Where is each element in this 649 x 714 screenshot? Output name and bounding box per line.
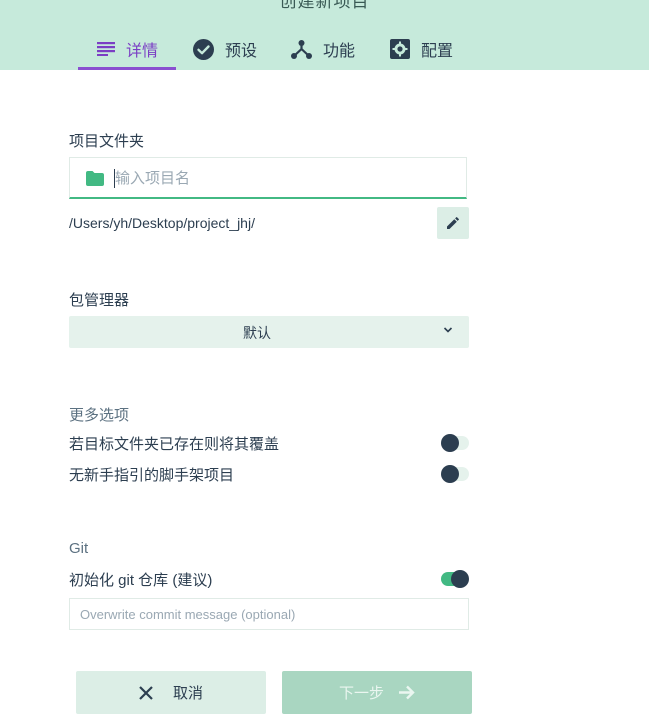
tab-features[interactable]: 功能 xyxy=(291,29,355,69)
fork-icon xyxy=(291,39,312,59)
no-guide-toggle[interactable] xyxy=(441,465,469,483)
git-init-label: 初始化 git 仓库 (建议) xyxy=(69,572,213,589)
project-path: /Users/yh/Desktop/project_jhj/ xyxy=(69,215,255,231)
next-label: 下一步 xyxy=(338,685,384,702)
edit-path-button[interactable] xyxy=(437,207,469,239)
package-manager-select[interactable]: 默认 xyxy=(69,316,469,348)
cancel-button[interactable]: 取消 xyxy=(76,671,266,714)
arrow-right-icon xyxy=(399,685,415,700)
gear-icon xyxy=(390,39,410,59)
project-folder-label: 项目文件夹 xyxy=(69,133,145,150)
toggle-knob xyxy=(441,434,459,452)
tab-details[interactable]: 详情 xyxy=(97,29,158,69)
commit-message-input[interactable] xyxy=(69,598,469,630)
tab-features-label: 功能 xyxy=(323,43,356,60)
tab-config-label: 配置 xyxy=(421,43,454,60)
more-options-title: 更多选项 xyxy=(69,407,130,424)
details-icon xyxy=(97,42,115,56)
page-title: 创建新项目 xyxy=(279,0,370,11)
pencil-icon xyxy=(447,217,459,229)
overwrite-toggle[interactable] xyxy=(441,434,469,452)
check-circle-icon xyxy=(193,38,214,60)
tab-presets[interactable]: 预设 xyxy=(193,29,257,69)
project-name-input[interactable] xyxy=(115,158,455,198)
active-tab-indicator xyxy=(78,67,176,70)
git-init-toggle[interactable] xyxy=(441,570,469,588)
package-manager-value: 默认 xyxy=(243,325,271,341)
header-bar: 创建新项目 详情 预设 功能 配置 xyxy=(0,0,649,70)
no-guide-option-label: 无新手指引的脚手架项目 xyxy=(69,467,235,484)
git-title: Git xyxy=(69,540,89,557)
overwrite-option-label: 若目标文件夹已存在则将其覆盖 xyxy=(69,436,280,453)
next-button[interactable]: 下一步 xyxy=(282,671,472,714)
cancel-label: 取消 xyxy=(172,685,203,702)
toggle-knob xyxy=(451,570,469,588)
tab-presets-label: 预设 xyxy=(225,43,258,60)
project-name-field[interactable] xyxy=(69,157,467,199)
tab-details-label: 详情 xyxy=(126,43,159,60)
folder-icon xyxy=(86,171,104,186)
tab-config[interactable]: 配置 xyxy=(390,29,453,69)
close-icon xyxy=(139,685,153,700)
chevron-down-icon xyxy=(443,327,453,333)
package-manager-label: 包管理器 xyxy=(69,292,130,309)
toggle-knob xyxy=(441,465,459,483)
